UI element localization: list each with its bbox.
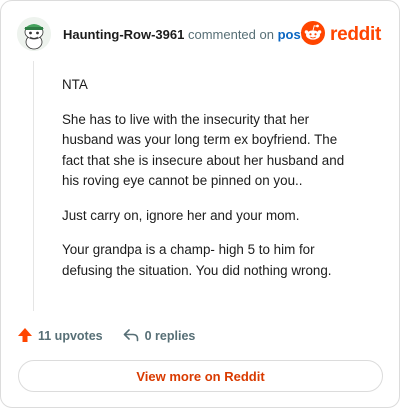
author-name[interactable]: Haunting-Row-3961 xyxy=(63,27,184,42)
commented-on-label: commented on xyxy=(187,27,274,42)
comment-meta: Haunting-Row-3961 commented on post xyxy=(63,27,305,42)
comment-header: Haunting-Row-3961 commented on post redd… xyxy=(17,17,383,53)
upvote-count: 11 upvotes xyxy=(38,329,103,343)
reddit-brand[interactable]: reddit xyxy=(301,20,381,50)
upvote-arrow-icon[interactable] xyxy=(17,327,38,346)
view-more-button[interactable]: View more on Reddit xyxy=(18,360,383,392)
reply-arrow-icon xyxy=(123,328,145,345)
replies-control[interactable]: 0 replies xyxy=(123,328,196,345)
snoo-avatar-icon[interactable] xyxy=(17,17,51,51)
comment-footer: 11 upvotes 0 replies xyxy=(17,327,195,345)
comment-body: NTA She has to live with the insecurity … xyxy=(62,75,362,295)
replies-count: 0 replies xyxy=(144,329,196,343)
comment-paragraph: Just carry on, ignore her and your mom. xyxy=(62,207,300,223)
thread-line xyxy=(33,61,34,311)
comment-paragraph: Your grandpa is a champ- high 5 to him f… xyxy=(62,242,332,278)
reddit-logo-icon xyxy=(301,20,326,50)
comment-paragraph: She has to live with the insecurity that… xyxy=(62,111,345,189)
comment-paragraph: NTA xyxy=(62,77,88,92)
upvote-control[interactable]: 11 upvotes xyxy=(17,327,103,346)
reddit-comment-embed: Haunting-Row-3961 commented on post redd… xyxy=(0,0,400,408)
reddit-wordmark: reddit xyxy=(330,24,381,45)
